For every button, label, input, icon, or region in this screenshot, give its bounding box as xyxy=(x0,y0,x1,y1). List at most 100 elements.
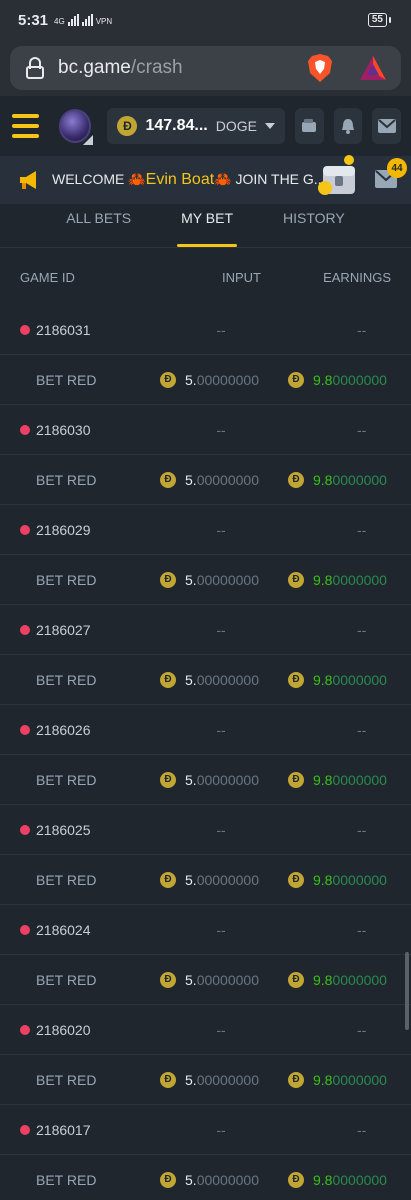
wallet-button[interactable] xyxy=(294,108,324,144)
game-row[interactable]: 2186029 -- -- xyxy=(0,505,411,555)
game-id: 2186029 xyxy=(20,522,177,538)
vpn-label: VPN xyxy=(95,17,113,26)
game-id: 2186031 xyxy=(20,322,177,338)
game-id-value: 2186017 xyxy=(36,1121,91,1138)
game-row[interactable]: 2186026 -- -- xyxy=(0,705,411,755)
doge-coin-icon: Đ xyxy=(160,771,176,788)
input-placeholder: -- xyxy=(216,721,226,738)
url-text[interactable]: bc.game/crash xyxy=(58,57,307,79)
earnings-amount: Đ 9.80000000 xyxy=(288,871,387,888)
earnings-amount: Đ 9.80000000 xyxy=(288,971,387,988)
bet-detail-row[interactable]: BET RED Đ 5.00000000 Đ 9.80000000 xyxy=(0,1055,411,1105)
earnings-placeholder: -- xyxy=(356,721,367,738)
tab-all-bets[interactable]: ALL BETS xyxy=(50,204,147,247)
earnings-amount: Đ 9.80000000 xyxy=(288,671,387,688)
ticker-prefix: WELCOME xyxy=(52,171,125,187)
game-row[interactable]: 2186024 -- -- xyxy=(0,905,411,955)
doge-coin-icon: Đ xyxy=(160,1071,176,1088)
tab-my-bet[interactable]: MY BET xyxy=(165,204,249,247)
url-domain: bc.game xyxy=(58,57,131,78)
ticker-suffix: JOIN THE G... xyxy=(235,171,326,187)
bet-detail-row[interactable]: BET RED Đ 5.00000000 Đ 9.80000000 xyxy=(0,1155,411,1200)
status-bar: 5:31 4G VPN 55 xyxy=(0,0,411,40)
game-row[interactable]: 2186031 -- -- xyxy=(0,305,411,355)
red-dot-icon xyxy=(20,724,30,735)
input-placeholder: -- xyxy=(216,1121,226,1138)
app-header: Đ 147.84... DOGE xyxy=(0,96,411,156)
doge-coin-icon: Đ xyxy=(160,971,176,988)
messages-button[interactable] xyxy=(372,108,401,144)
game-id: 2186027 xyxy=(20,622,177,638)
lock-icon[interactable] xyxy=(26,57,44,79)
doge-coin-icon: Đ xyxy=(288,971,304,988)
doge-coin-icon: Đ xyxy=(288,1071,304,1088)
bet-type: BET RED xyxy=(36,571,97,588)
network-type-label: 4G xyxy=(54,17,65,26)
status-time: 5:31 xyxy=(18,11,49,29)
crab-emoji: 🦀 xyxy=(128,171,146,187)
earnings-value: 9.80000000 xyxy=(313,471,387,488)
scrollbar[interactable] xyxy=(405,952,409,1030)
earnings-value: 9.80000000 xyxy=(313,371,387,388)
avatar[interactable] xyxy=(58,109,94,145)
notifications-button[interactable] xyxy=(333,108,363,144)
input-placeholder: -- xyxy=(216,521,226,538)
earnings-amount: Đ 9.80000000 xyxy=(288,571,387,588)
earnings-placeholder: -- xyxy=(356,621,367,638)
game-row[interactable]: 2186030 -- -- xyxy=(0,405,411,455)
bet-detail-row[interactable]: BET RED Đ 5.00000000 Đ 9.80000000 xyxy=(0,955,411,1005)
treasure-chest-icon[interactable] xyxy=(315,152,363,200)
input-amount: Đ 5.00000000 xyxy=(160,471,288,488)
input-value: 5.00000000 xyxy=(185,471,259,488)
bet-detail-row[interactable]: BET RED Đ 5.00000000 Đ 9.80000000 xyxy=(0,755,411,805)
red-dot-icon xyxy=(20,1024,30,1035)
menu-icon[interactable] xyxy=(12,114,39,138)
earnings-value: 9.80000000 xyxy=(313,871,387,888)
game-id: 2186024 xyxy=(20,922,177,938)
red-dot-icon xyxy=(20,524,30,535)
bet-detail-row[interactable]: BET RED Đ 5.00000000 Đ 9.80000000 xyxy=(0,655,411,705)
bet-detail-row[interactable]: BET RED Đ 5.00000000 Đ 9.80000000 xyxy=(0,355,411,405)
doge-coin-icon: Đ xyxy=(160,371,176,388)
earnings-amount: Đ 9.80000000 xyxy=(288,471,387,488)
balance-value: 147.84... xyxy=(145,117,208,134)
game-row[interactable]: 2186017 -- -- xyxy=(0,1105,411,1155)
tab-history[interactable]: HISTORY xyxy=(267,204,361,247)
doge-coin-icon: Đ xyxy=(160,471,176,488)
game-row[interactable]: 2186025 -- -- xyxy=(0,805,411,855)
earnings-amount: Đ 9.80000000 xyxy=(288,371,387,388)
game-row[interactable]: 2186020 -- -- xyxy=(0,1005,411,1055)
input-placeholder: -- xyxy=(216,321,226,338)
bet-type: BET RED xyxy=(36,871,97,888)
bet-detail-row[interactable]: BET RED Đ 5.00000000 Đ 9.80000000 xyxy=(0,855,411,905)
wallet-icon xyxy=(302,119,317,132)
currency-label: DOGE xyxy=(215,118,257,134)
input-value: 5.00000000 xyxy=(185,371,259,388)
wallet-selector[interactable]: Đ 147.84... DOGE xyxy=(107,108,285,144)
input-placeholder: -- xyxy=(216,1021,226,1038)
bet-type: BET RED xyxy=(36,371,97,388)
chevron-down-icon xyxy=(264,123,275,129)
announcement-ticker[interactable]: WELCOME 🦀Evin Boat🦀 JOIN THE G... 44 xyxy=(0,155,411,204)
crab-emoji-2: 🦀 xyxy=(214,171,232,187)
address-bar[interactable]: bc.game/crash xyxy=(10,46,401,90)
doge-coin-icon: Đ xyxy=(288,471,304,488)
bat-rewards-icon[interactable] xyxy=(359,55,387,81)
input-value: 5.00000000 xyxy=(185,571,259,588)
doge-coin-icon: Đ xyxy=(288,871,304,888)
red-dot-icon xyxy=(20,424,30,435)
bet-detail-row[interactable]: BET RED Đ 5.00000000 Đ 9.80000000 xyxy=(0,555,411,605)
input-value: 5.00000000 xyxy=(185,1171,259,1188)
doge-coin-icon: Đ xyxy=(117,116,138,136)
bet-detail-row[interactable]: BET RED Đ 5.00000000 Đ 9.80000000 xyxy=(0,455,411,505)
earnings-value: 9.80000000 xyxy=(313,1171,387,1188)
bet-type: BET RED xyxy=(36,771,97,788)
bet-type: BET RED xyxy=(36,971,97,988)
brave-shield-icon[interactable] xyxy=(307,53,333,83)
game-row[interactable]: 2186027 -- -- xyxy=(0,605,411,655)
mail-button[interactable]: 44 xyxy=(375,158,407,193)
signal-icons: 4G VPN xyxy=(54,14,112,26)
ticker-username: Evin Boat xyxy=(145,171,215,188)
earnings-placeholder: -- xyxy=(356,1021,367,1038)
battery-level: 55 xyxy=(367,13,387,27)
